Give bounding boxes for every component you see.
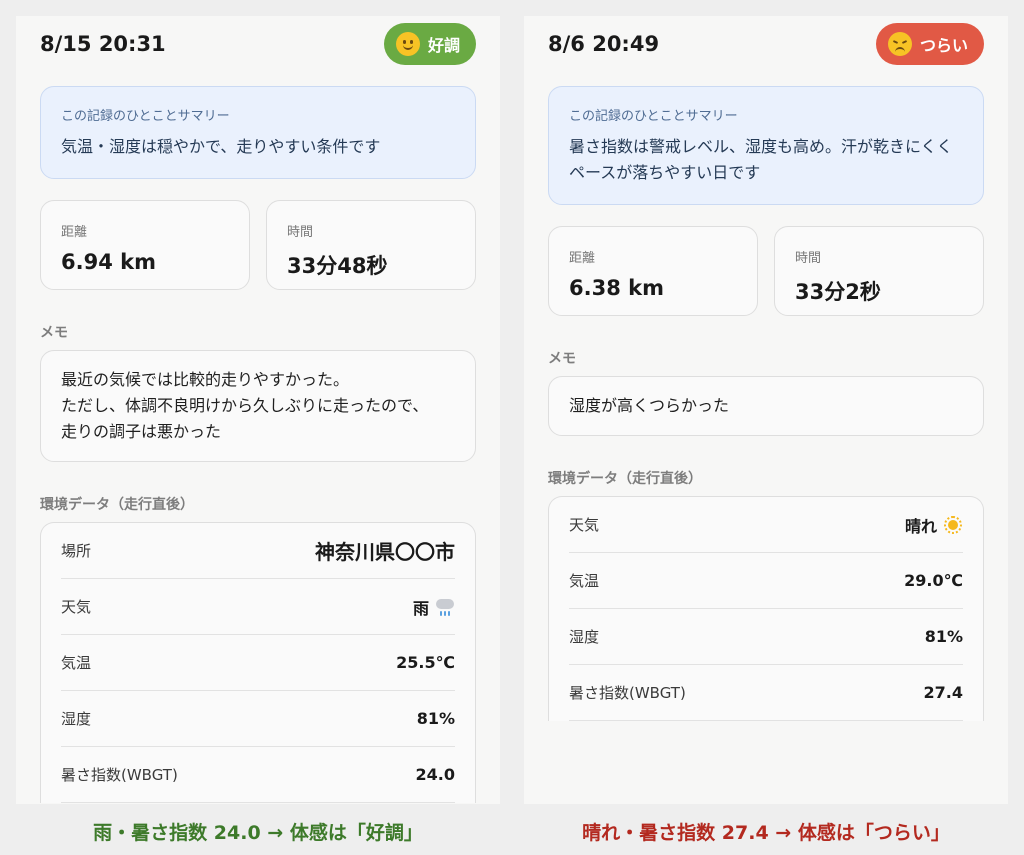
env-key: 暑さ指数(WBGT) (61, 766, 178, 784)
distance-label: 距離 (61, 225, 88, 240)
memo-line: ただし、体調不良明けから久しぶりに走ったので、 (61, 396, 429, 415)
env-value: 81% (924, 627, 963, 646)
weather-text: 雨 (412, 598, 429, 618)
env-key: 気温 (569, 572, 600, 590)
memo-label: メモ (40, 325, 68, 341)
time-value: 33分2秒 (795, 280, 881, 304)
env-row-wbgt: 暑さ指数(WBGT) 24.0 (61, 747, 455, 803)
env-row-temperature: 気温 29.0℃ (569, 553, 963, 609)
distance-card: 距離 6.38 km (548, 226, 758, 316)
env-key: 暑さ指数(WBGT) (569, 684, 686, 702)
mood-label: 好調 (427, 36, 460, 55)
env-key: 湿度 (61, 710, 92, 728)
time-card: 時間 33分48秒 (266, 200, 476, 290)
mood-badge: 好調 (383, 23, 476, 65)
env-table: 場所 神奈川県〇〇市 天気 雨 気温 25.5℃ 湿度 81% 暑さ指数(WBG… (40, 522, 476, 803)
mood-label: つらい (919, 36, 968, 55)
frowning-face-icon (887, 32, 912, 56)
memo-line: 湿度が高くつらかった (569, 396, 730, 415)
env-row-weather: 天気 晴れ (569, 497, 963, 553)
comparison-caption-right: 晴れ・暑さ指数 27.4 → 体感は「つらい」 (582, 822, 950, 844)
time-value: 33分48秒 (287, 254, 388, 278)
memo-box: 湿度が高くつらかった (548, 376, 984, 436)
env-table: 天気 晴れ 気温 29.0℃ 湿度 81% 暑さ指数(WBGT) 27.4 (548, 496, 984, 721)
record-header: 8/6 20:49 つらい (548, 22, 984, 66)
memo-line: 走りの調子は悪かった (61, 422, 222, 441)
env-key: 天気 (569, 516, 600, 534)
env-label: 環境データ（走行直後） (40, 497, 194, 513)
env-row-humidity: 湿度 81% (61, 691, 455, 747)
env-row-weather: 天気 雨 (61, 579, 455, 635)
env-key: 場所 (61, 542, 92, 560)
env-key: 湿度 (569, 628, 600, 646)
summary-label: この記録のひとことサマリー (569, 109, 738, 124)
env-value: 25.5℃ (396, 653, 455, 672)
env-key: 天気 (61, 598, 92, 616)
mood-badge: つらい (875, 23, 984, 65)
distance-value: 6.38 km (569, 276, 664, 300)
memo-label: メモ (548, 351, 576, 367)
stats-row: 距離 6.94 km 時間 33分48秒 (40, 200, 476, 290)
env-value: 24.0 (415, 765, 455, 784)
env-row-wbgt: 暑さ指数(WBGT) 27.4 (569, 665, 963, 721)
time-card: 時間 33分2秒 (774, 226, 984, 316)
env-label: 環境データ（走行直後） (548, 471, 702, 487)
distance-label: 距離 (569, 251, 596, 266)
weather-text: 晴れ (904, 516, 937, 536)
env-value: 雨 (413, 595, 455, 619)
env-row-temperature: 気温 25.5℃ (61, 635, 455, 691)
time-label: 時間 (287, 225, 314, 240)
env-value: 29.0℃ (904, 571, 963, 590)
record-card-left: 8/15 20:31 好調 この記録のひとことサマリー 気温・湿度は穏やかで、走… (16, 16, 500, 804)
env-key: 気温 (61, 654, 92, 672)
env-row-humidity: 湿度 81% (569, 609, 963, 665)
summary-box: この記録のひとことサマリー 暑さ指数は警戒レベル、湿度も高め。汗が乾きにくくペー… (548, 86, 984, 205)
summary-text: 気温・湿度は穏やかで、走りやすい条件です (61, 137, 381, 156)
memo-line: 最近の気候では比較的走りやすかった。 (61, 370, 350, 389)
memo-box: 最近の気候では比較的走りやすかった。 ただし、体調不良明けから久しぶりに走ったの… (40, 350, 476, 462)
rain-cloud-icon (435, 597, 455, 617)
record-header: 8/15 20:31 好調 (40, 22, 476, 66)
summary-box: この記録のひとことサマリー 気温・湿度は穏やかで、走りやすい条件です (40, 86, 476, 179)
distance-card: 距離 6.94 km (40, 200, 250, 290)
record-datetime: 8/6 20:49 (548, 32, 660, 56)
stats-row: 距離 6.38 km 時間 33分2秒 (548, 226, 984, 316)
env-value: 神奈川県〇〇市 (315, 540, 455, 564)
env-value: 27.4 (923, 683, 963, 702)
sun-icon (943, 515, 963, 535)
record-card-right: 8/6 20:49 つらい この記録のひとことサマリー 暑さ指数は警戒レベル、湿… (524, 16, 1008, 804)
smiling-face-icon (395, 32, 420, 56)
summary-label: この記録のひとことサマリー (61, 109, 230, 124)
distance-value: 6.94 km (61, 250, 156, 274)
env-row-location: 場所 神奈川県〇〇市 (61, 523, 455, 579)
env-value: 81% (416, 709, 455, 728)
record-datetime: 8/15 20:31 (40, 32, 166, 56)
summary-text: 暑さ指数は警戒レベル、湿度も高め。汗が乾きにくくペースが落ちやすい日です (569, 137, 953, 182)
env-value: 晴れ (905, 513, 963, 537)
comparison-caption-left: 雨・暑さ指数 24.0 → 体感は「好調」 (93, 822, 423, 844)
time-label: 時間 (795, 251, 822, 266)
